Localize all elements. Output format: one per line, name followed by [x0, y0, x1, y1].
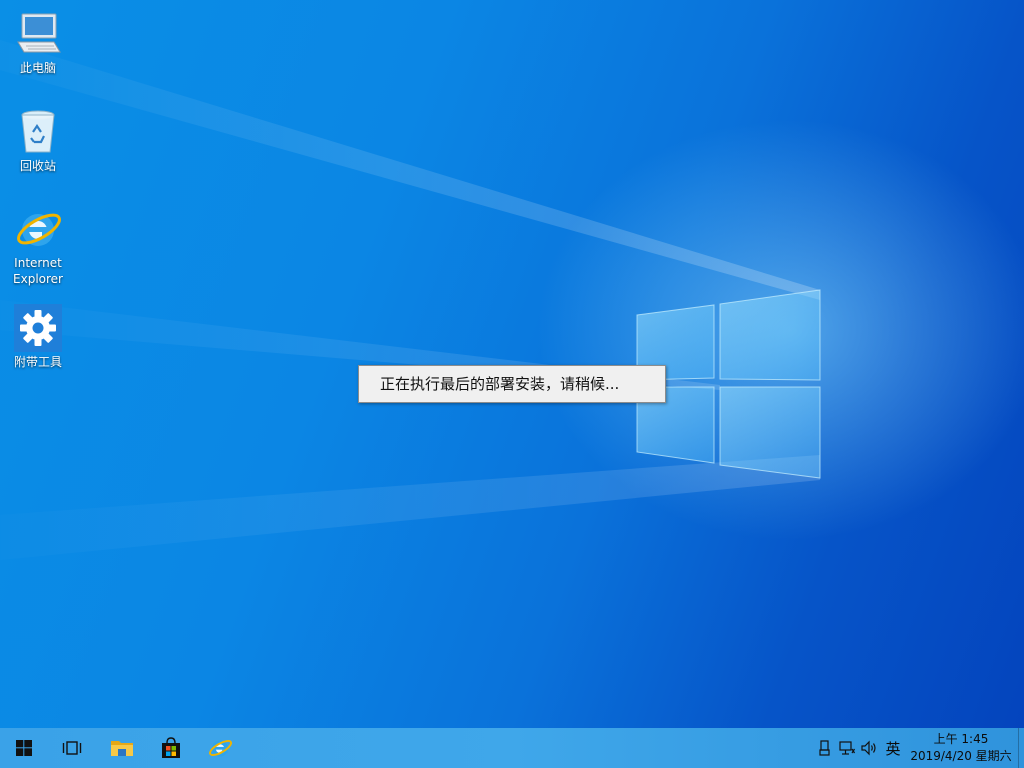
store-button[interactable]	[147, 728, 195, 768]
taskbar: 英 上午 1:45 2019/4/20 星期六	[0, 728, 1024, 768]
windows-logo-icon	[16, 740, 32, 756]
usb-device-icon[interactable]	[814, 728, 836, 768]
desktop-icon-this-pc[interactable]: 此电脑	[0, 10, 76, 76]
volume-icon[interactable]	[858, 728, 880, 768]
folder-icon	[111, 741, 133, 756]
deployment-status-dialog: 正在执行最后的部署安装，请稍候...	[358, 365, 666, 403]
desktop-icon-internet-explorer[interactable]: Internet Explorer	[0, 205, 76, 287]
store-bag-icon	[162, 737, 180, 758]
recycle-bin-icon	[14, 108, 62, 156]
gear-icon	[14, 304, 62, 352]
internet-explorer-icon	[209, 740, 233, 757]
show-desktop-button[interactable]	[1018, 728, 1024, 768]
desktop-icon-recycle-bin[interactable]: 回收站	[0, 108, 76, 174]
dialog-message: 正在执行最后的部署安装，请稍候...	[380, 375, 620, 393]
wallpaper-windows-logo	[0, 40, 821, 560]
desktop-icon-accessory-tools[interactable]: 附带工具	[0, 304, 76, 370]
this-pc-icon	[14, 10, 62, 58]
desktop-icon-label: 回收站	[19, 159, 56, 173]
start-button[interactable]	[0, 728, 48, 768]
file-explorer-button[interactable]	[98, 728, 146, 768]
task-view-button[interactable]	[48, 728, 96, 768]
desktop-icon-label: Internet Explorer	[13, 256, 63, 286]
desktop[interactable]: 此电脑 回收站 Internet Explorer 附带工具 正在执行最后的部署…	[0, 0, 1024, 728]
desktop-icon-label: 附带工具	[13, 355, 62, 369]
task-view-icon	[62, 741, 82, 755]
desktop-icon-label: 此电脑	[19, 61, 56, 75]
clock-date: 2019/4/20 星期六	[910, 749, 1012, 763]
internet-explorer-icon	[14, 205, 62, 253]
clock-time: 上午 1:45	[933, 732, 989, 746]
taskbar-clock[interactable]: 上午 1:45 2019/4/20 星期六	[906, 731, 1016, 765]
input-method-indicator[interactable]: 英	[880, 728, 906, 768]
internet-explorer-taskbar-button[interactable]	[196, 728, 244, 768]
network-icon[interactable]	[836, 728, 858, 768]
system-tray: 英	[814, 728, 906, 768]
